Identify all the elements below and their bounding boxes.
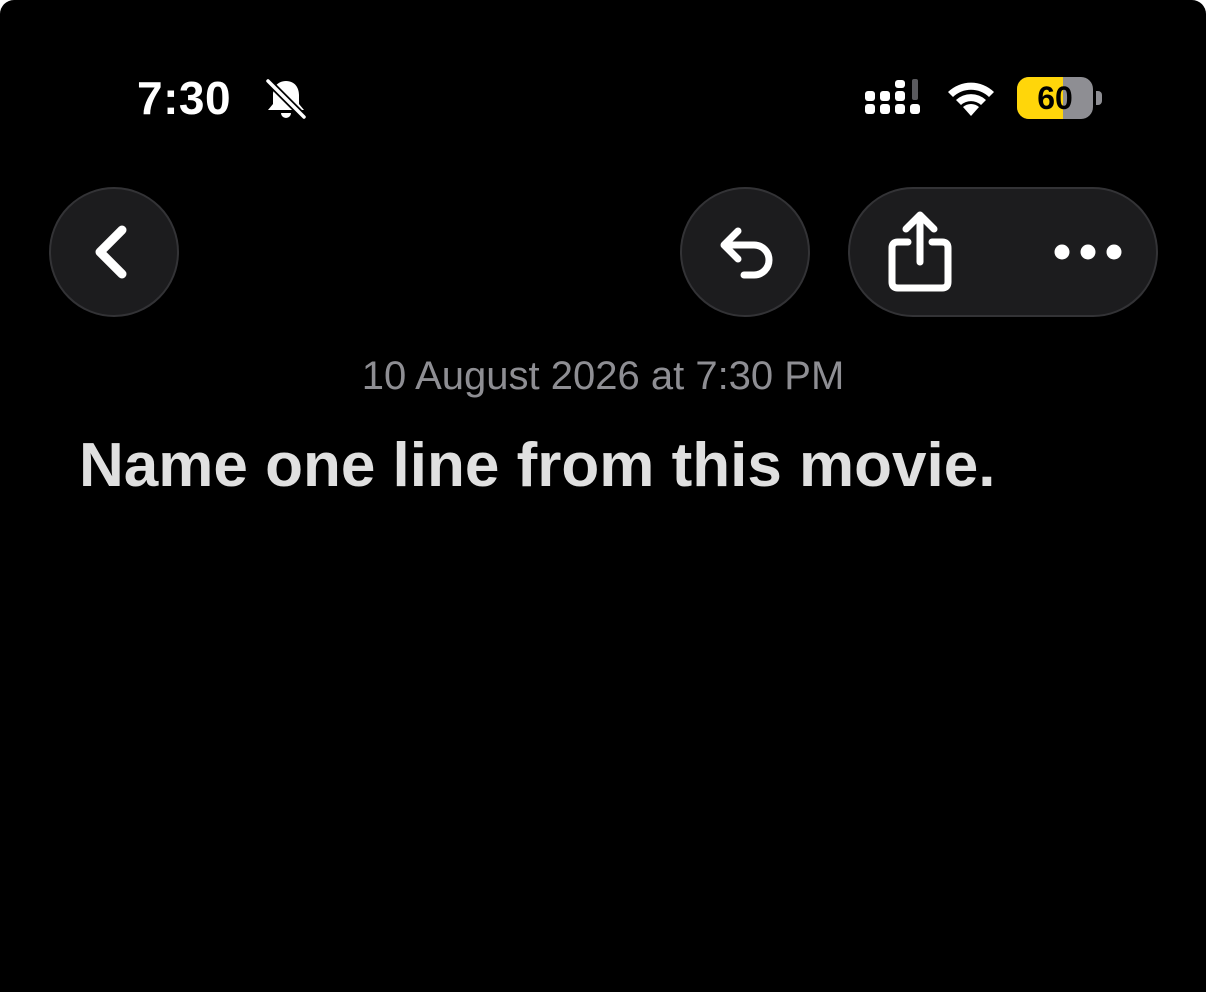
- wifi-icon: [948, 82, 994, 116]
- undo-button[interactable]: [680, 187, 810, 317]
- more-button[interactable]: [1018, 189, 1158, 315]
- bell-slash-icon: [264, 77, 308, 121]
- note-title[interactable]: Name one line from this movie.: [79, 428, 1159, 504]
- share-more-group: [848, 187, 1158, 317]
- status-time: 7:30: [137, 72, 232, 124]
- battery-level: 60: [1037, 80, 1073, 116]
- battery-body: 60: [1017, 77, 1093, 119]
- ellipsis-icon: [1054, 244, 1122, 260]
- note-date: 10 August 2026 at 7:30 PM: [361, 354, 845, 398]
- cellular-signal-icon: [865, 79, 920, 114]
- notes-screen: 7:30 60 10 August 2026 at 7:30 PM Name o…: [0, 0, 1206, 992]
- chevron-left-icon: [95, 225, 127, 279]
- battery-icon: 60: [1017, 77, 1103, 119]
- battery-tip: [1096, 91, 1102, 105]
- undo-arrow-icon: [720, 227, 773, 279]
- share-button[interactable]: [850, 189, 990, 315]
- back-button[interactable]: [49, 187, 179, 317]
- share-icon: [888, 211, 952, 292]
